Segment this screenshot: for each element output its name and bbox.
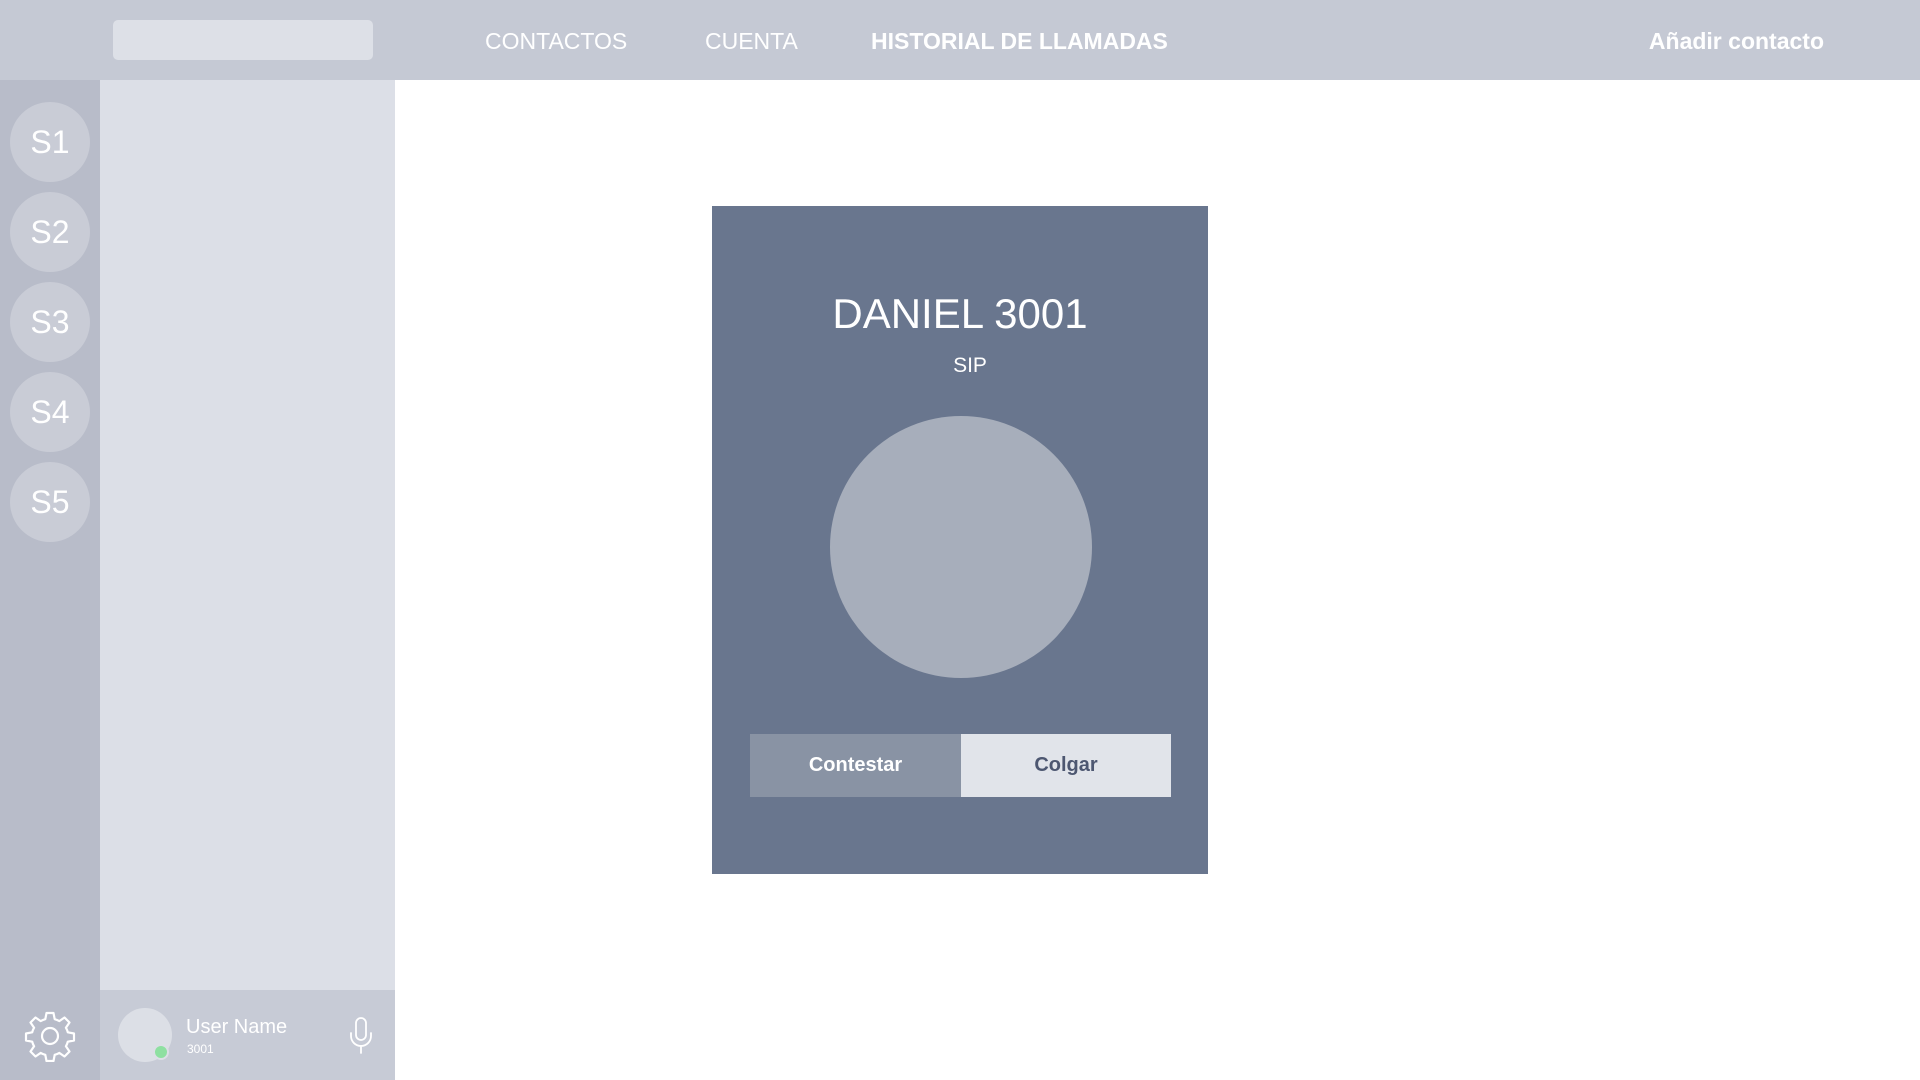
user-panel: User Name 3001	[100, 990, 395, 1080]
server-s3[interactable]: S3	[10, 282, 90, 362]
user-extension: 3001	[187, 1042, 214, 1056]
nav-contacts[interactable]: CONTACTOS	[485, 0, 627, 80]
server-s2[interactable]: S2	[10, 192, 90, 272]
user-name: User Name	[186, 1016, 288, 1038]
microphone-icon[interactable]	[348, 1016, 374, 1056]
nav-call-history[interactable]: HISTORIAL DE LLAMADAS	[871, 0, 1168, 80]
channel-sidebar	[100, 80, 395, 1080]
incoming-call-card: DANIEL 3001 SIP Contestar Colgar	[712, 206, 1208, 874]
nav-account[interactable]: CUENTA	[705, 0, 798, 80]
top-bar: CONTACTOS CUENTA HISTORIAL DE LLAMADAS A…	[0, 0, 1920, 80]
gear-icon[interactable]	[24, 1010, 76, 1062]
caller-avatar	[830, 416, 1092, 678]
server-s1[interactable]: S1	[10, 102, 90, 182]
server-s4[interactable]: S4	[10, 372, 90, 452]
server-s5[interactable]: S5	[10, 462, 90, 542]
server-rail: S1 S2 S3 S4 S5	[0, 80, 100, 1080]
search-input[interactable]	[113, 20, 373, 60]
add-contact-button[interactable]: Añadir contacto	[1649, 0, 1824, 80]
caller-name: DANIEL 3001	[832, 290, 1088, 337]
answer-button[interactable]: Contestar	[750, 734, 961, 797]
hangup-button[interactable]: Colgar	[961, 734, 1171, 797]
status-indicator	[153, 1044, 169, 1060]
call-protocol: SIP	[953, 354, 987, 377]
